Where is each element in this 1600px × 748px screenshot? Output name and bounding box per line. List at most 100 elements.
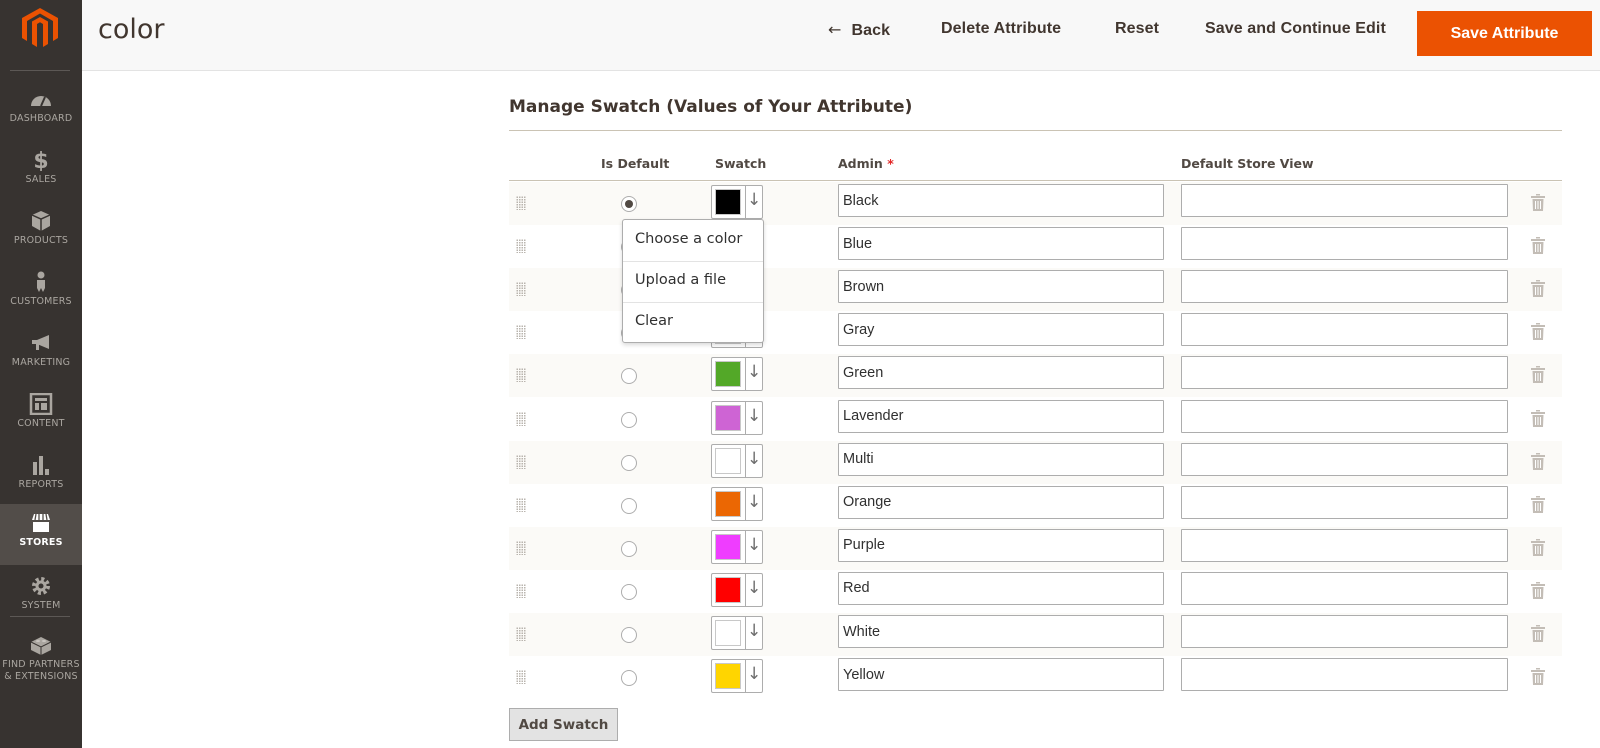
admin-value-input[interactable] bbox=[838, 227, 1164, 261]
col-header-swatch: Swatch bbox=[715, 156, 767, 171]
store-view-input[interactable] bbox=[1181, 399, 1508, 433]
swatch-picker[interactable]: ↓ bbox=[711, 486, 763, 521]
magento-logo-icon[interactable] bbox=[22, 8, 58, 48]
store-view-input[interactable] bbox=[1181, 571, 1508, 605]
swatch-picker[interactable]: ↓ bbox=[711, 443, 763, 478]
drag-handle-icon[interactable] bbox=[516, 368, 526, 383]
sidebar-item-products[interactable]: PRODUCTS bbox=[0, 202, 82, 263]
swatch-color-box bbox=[715, 490, 741, 517]
back-button[interactable]: ← Back bbox=[828, 20, 890, 40]
bar-chart-icon bbox=[33, 456, 49, 475]
arrow-left-icon: ← bbox=[828, 20, 842, 39]
sidebar-item-reports[interactable]: REPORTS bbox=[0, 446, 82, 507]
menu-item-clear[interactable]: Clear bbox=[623, 302, 763, 343]
admin-value-input[interactable] bbox=[838, 485, 1164, 519]
trash-icon[interactable] bbox=[1531, 625, 1545, 642]
admin-value-input[interactable] bbox=[838, 399, 1164, 433]
is-default-radio[interactable] bbox=[621, 196, 637, 212]
is-default-radio[interactable] bbox=[621, 368, 637, 385]
trash-icon[interactable] bbox=[1531, 409, 1545, 427]
delete-attribute-button[interactable]: Delete Attribute bbox=[941, 20, 1061, 38]
store-view-input[interactable] bbox=[1181, 356, 1508, 390]
back-label: Back bbox=[851, 22, 891, 39]
drag-handle-icon[interactable] bbox=[516, 454, 526, 469]
drag-handle-icon[interactable] bbox=[516, 627, 526, 641]
is-default-radio[interactable] bbox=[621, 497, 637, 514]
sidebar-item-partners[interactable]: FIND PARTNERS & EXTENSIONS bbox=[0, 626, 82, 696]
admin-value-input[interactable] bbox=[838, 615, 1164, 648]
admin-value-input[interactable] bbox=[838, 270, 1164, 304]
drag-handle-icon[interactable] bbox=[516, 497, 526, 512]
swatch-picker[interactable]: ↓ bbox=[711, 185, 763, 219]
is-default-radio[interactable] bbox=[621, 670, 637, 687]
sidebar-item-dashboard[interactable]: DASHBOARD bbox=[0, 80, 82, 141]
arrow-down-icon: ↓ bbox=[747, 664, 762, 685]
admin-value-input[interactable] bbox=[838, 313, 1164, 347]
swatch-picker[interactable]: ↓ bbox=[711, 529, 763, 564]
trash-icon[interactable] bbox=[1531, 237, 1545, 255]
trash-icon[interactable] bbox=[1531, 366, 1545, 384]
swatch-picker[interactable]: ↓ bbox=[711, 572, 763, 607]
swatch-picker[interactable]: ↓ bbox=[711, 659, 763, 694]
store-view-input[interactable] bbox=[1181, 442, 1508, 476]
is-default-radio[interactable] bbox=[621, 627, 637, 643]
drag-handle-icon[interactable] bbox=[516, 239, 526, 254]
trash-icon[interactable] bbox=[1531, 538, 1545, 556]
admin-value-input[interactable] bbox=[838, 528, 1164, 562]
drag-handle-icon[interactable] bbox=[516, 411, 526, 426]
sidebar-item-sales[interactable]: $ SALES bbox=[0, 141, 82, 202]
drag-handle-icon[interactable] bbox=[516, 196, 526, 210]
store-view-input[interactable] bbox=[1181, 227, 1508, 261]
admin-value-input[interactable] bbox=[838, 356, 1164, 390]
drag-handle-icon[interactable] bbox=[516, 540, 526, 555]
sidebar-item-system[interactable]: SYSTEM bbox=[0, 567, 82, 628]
arrow-down-icon: ↓ bbox=[747, 405, 762, 426]
swatch-divider bbox=[745, 530, 746, 563]
store-view-input[interactable] bbox=[1181, 184, 1508, 217]
admin-value-input[interactable] bbox=[838, 442, 1164, 476]
sidebar-item-stores[interactable]: STORES bbox=[0, 504, 82, 565]
trash-icon[interactable] bbox=[1531, 323, 1545, 341]
store-view-input[interactable] bbox=[1181, 658, 1508, 692]
is-default-radio[interactable] bbox=[621, 540, 637, 557]
trash-icon[interactable] bbox=[1531, 194, 1545, 211]
drag-handle-icon[interactable] bbox=[516, 325, 526, 340]
col-header-store-view: Default Store View bbox=[1181, 156, 1314, 171]
trash-icon[interactable] bbox=[1531, 495, 1545, 513]
swatch-color-box bbox=[715, 447, 741, 474]
admin-value-input[interactable] bbox=[838, 658, 1164, 692]
trash-icon[interactable] bbox=[1531, 280, 1545, 298]
store-view-input[interactable] bbox=[1181, 270, 1508, 304]
swatch-row: ↓ bbox=[509, 440, 1562, 484]
swatch-color-box bbox=[715, 404, 741, 431]
sidebar-item-content[interactable]: CONTENT bbox=[0, 385, 82, 446]
menu-item-choose-color[interactable]: Choose a color bbox=[623, 220, 763, 261]
swatch-picker[interactable]: ↓ bbox=[711, 357, 763, 392]
add-swatch-button[interactable]: Add Swatch bbox=[509, 708, 618, 741]
save-continue-button[interactable]: Save and Continue Edit bbox=[1205, 20, 1386, 38]
trash-icon[interactable] bbox=[1531, 668, 1545, 686]
is-default-radio[interactable] bbox=[621, 583, 637, 600]
header-divider bbox=[509, 180, 1562, 181]
is-default-radio[interactable] bbox=[621, 411, 637, 428]
sidebar-item-customers[interactable]: CUSTOMERS bbox=[0, 263, 82, 324]
store-view-input[interactable] bbox=[1181, 528, 1508, 562]
admin-value-input[interactable] bbox=[838, 571, 1164, 605]
store-view-input[interactable] bbox=[1181, 615, 1508, 648]
store-view-input[interactable] bbox=[1181, 485, 1508, 519]
store-view-input[interactable] bbox=[1181, 313, 1508, 347]
drag-handle-icon[interactable] bbox=[516, 670, 526, 685]
menu-item-upload-file[interactable]: Upload a file bbox=[623, 261, 763, 302]
trash-icon[interactable] bbox=[1531, 452, 1545, 470]
section-divider bbox=[509, 130, 1562, 131]
sidebar-item-marketing[interactable]: MARKETING bbox=[0, 324, 82, 385]
trash-icon[interactable] bbox=[1531, 581, 1545, 599]
reset-button[interactable]: Reset bbox=[1115, 20, 1159, 38]
swatch-picker[interactable]: ↓ bbox=[711, 400, 763, 435]
swatch-picker[interactable]: ↓ bbox=[711, 616, 763, 650]
save-attribute-button[interactable]: Save Attribute bbox=[1417, 11, 1592, 56]
is-default-radio[interactable] bbox=[621, 454, 637, 471]
drag-handle-icon[interactable] bbox=[516, 282, 526, 297]
admin-value-input[interactable] bbox=[838, 184, 1164, 217]
drag-handle-icon[interactable] bbox=[516, 583, 526, 598]
